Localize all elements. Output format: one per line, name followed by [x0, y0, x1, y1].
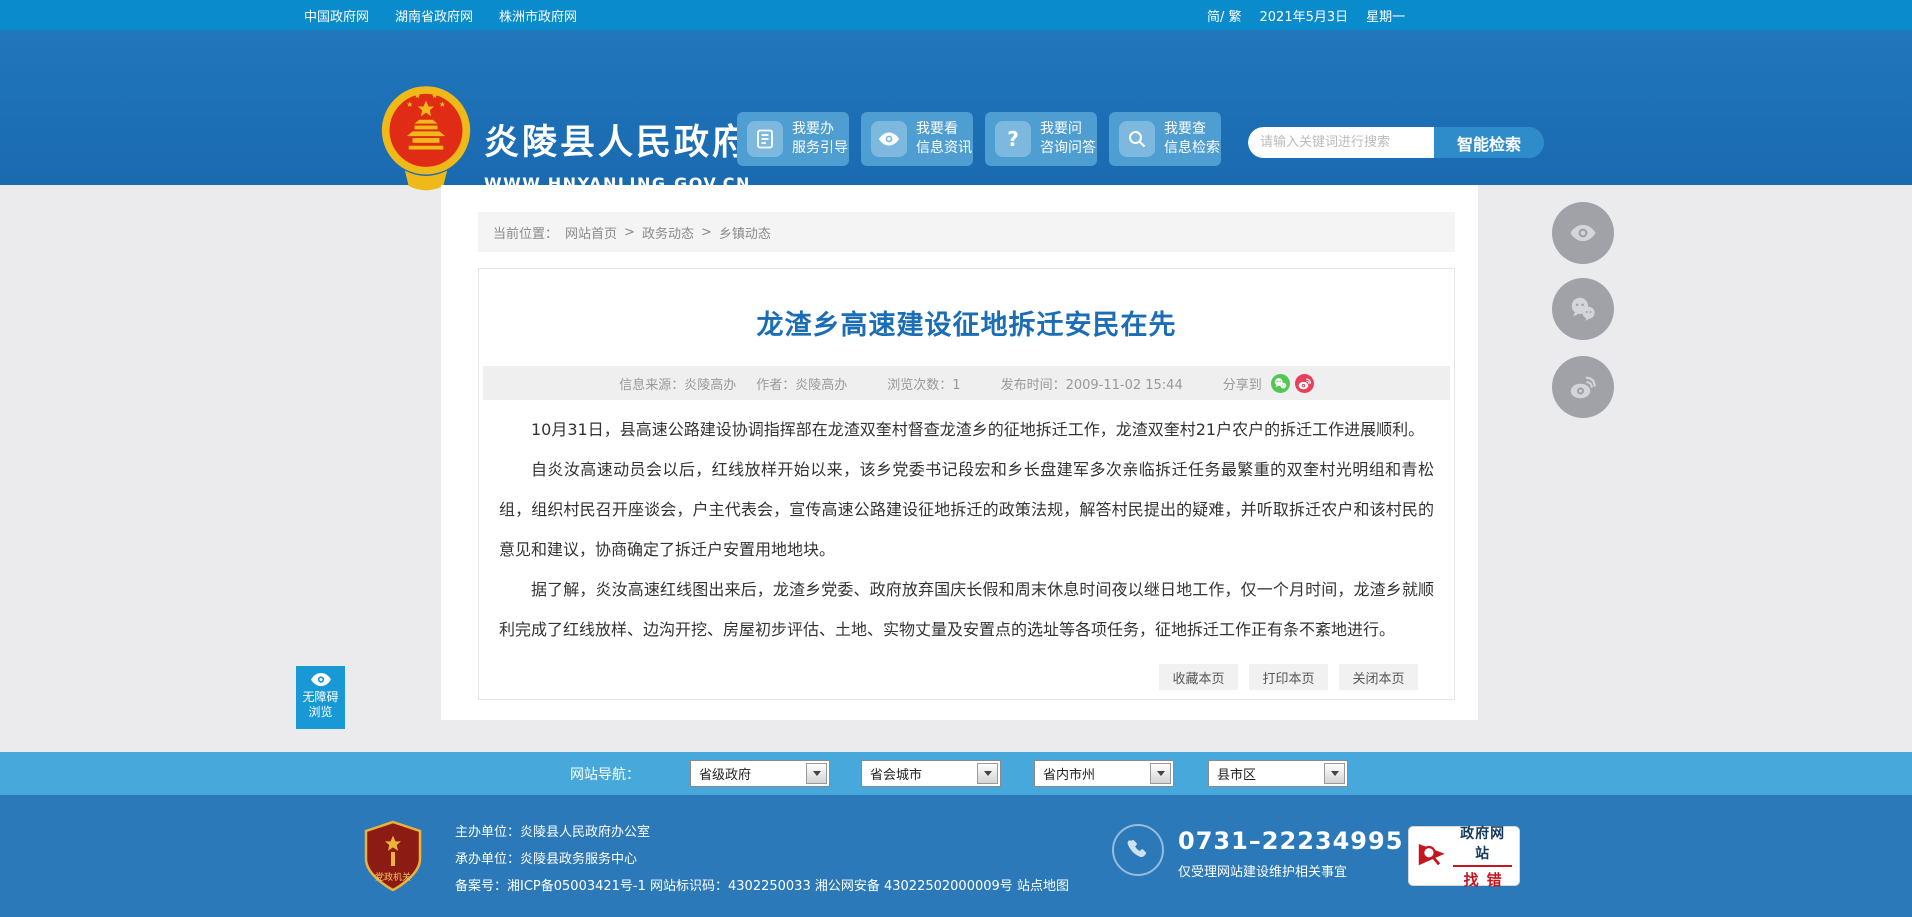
breadcrumb-separator: > [624, 225, 635, 240]
meta-views: 浏览次数：1 [887, 374, 960, 393]
breadcrumb-xiangzhen[interactable]: 乡镇动态 [719, 223, 771, 242]
select-province-cities[interactable]: 省内市州 [1034, 760, 1174, 787]
quick-button-query[interactable]: 我要查 信息检索 [1109, 112, 1221, 166]
footer-host-line: 主办单位：炎陵县人民政府办公室 [455, 819, 1069, 846]
article-paragraph: 据了解，炎汝高速红线图出来后，龙渣乡党委、政府放弃国庆长假和周末休息时间夜以继日… [499, 570, 1434, 650]
quick-button-ask[interactable]: ? 我要问 咨询问答 [985, 112, 1097, 166]
select-capital-cities[interactable]: 省会城市 [861, 760, 1001, 787]
select-county-districts[interactable]: 县市区 [1208, 760, 1348, 787]
search-input[interactable] [1248, 127, 1434, 158]
site-footer: 党政机关 主办单位：炎陵县人民政府办公室 承办单位：炎陵县政务服务中心 备案号：… [0, 795, 1912, 917]
nav-label: 网站导航： [570, 752, 640, 795]
top-bar: 中国政府网 湖南省政府网 株洲市政府网 简/ 繁 2021年5月3日 星期一 [0, 0, 1912, 30]
close-page-button[interactable]: 关闭本页 [1339, 664, 1418, 690]
chevron-down-icon [1150, 763, 1171, 784]
breadcrumb: 当前位置： 网站首页 > 政务动态 > 乡镇动态 [478, 212, 1455, 252]
quick-button-label: 我要问 咨询问答 [1040, 120, 1096, 158]
footer-record-line: 备案号：湘ICP备05003421号-1 网站标识码：4302250033 湘公… [455, 873, 1069, 900]
article-paragraph: 自炎汝高速动员会以后，红线放样开始以来，该乡党委书记段宏和乡长盘建军多次亲临拆迁… [499, 450, 1434, 570]
breadcrumb-zhengwu[interactable]: 政务动态 [642, 223, 694, 242]
current-weekday: 星期一 [1366, 6, 1405, 25]
bookmark-page-button[interactable]: 收藏本页 [1159, 664, 1238, 690]
site-name: 炎陵县人民政府 [484, 114, 751, 165]
service-phone-number: 0731–22234995 [1178, 827, 1403, 855]
error-badge-text: 政府网站 找错 [1453, 823, 1512, 890]
document-icon [747, 121, 783, 157]
question-icon: ? [995, 121, 1031, 157]
article-body: 10月31日，县高速公路建设协调指挥部在龙渣双奎村督查龙渣乡的征地拆迁工作，龙渣… [499, 410, 1434, 650]
article-box: 龙渣乡高速建设征地拆迁安民在先 信息来源：炎陵高办 作者：炎陵高办 浏览次数：1… [478, 268, 1455, 700]
eye-icon [1568, 218, 1598, 248]
wechat-icon [1568, 294, 1598, 324]
sidebar-weibo-button[interactable] [1552, 356, 1614, 418]
footer-organizer-line: 承办单位：炎陵县政务服务中心 [455, 846, 1069, 873]
gov-site-error-report-badge[interactable]: 政府网站 找错 [1408, 826, 1520, 886]
site-header: 炎陵县人民政府 WWW.HNYANLING.GOV.CN 我要办 服务引导 [0, 30, 1912, 185]
chevron-down-icon [977, 763, 998, 784]
breadcrumb-home[interactable]: 网站首页 [565, 223, 617, 242]
svg-text:党政机关: 党政机关 [375, 871, 411, 883]
chevron-down-icon [1324, 763, 1345, 784]
select-value: 省级政府 [699, 764, 751, 783]
share-label: 分享到 [1223, 374, 1262, 393]
phone-note: 仅受理网站建设维护相关事宜 [1178, 861, 1347, 880]
sitemap-link[interactable]: 站点地图 [1017, 879, 1069, 894]
party-gov-shield-badge[interactable]: 党政机关 [362, 820, 424, 892]
article-paragraph: 10月31日，县高速公路建设协调指挥部在龙渣双奎村督查龙渣乡的征地拆迁工作，龙渣… [499, 410, 1434, 450]
select-value: 省内市州 [1043, 764, 1095, 783]
accessibility-label: 浏览 [296, 705, 345, 720]
quick-button-label: 我要查 信息检索 [1164, 120, 1220, 158]
current-date: 2021年5月3日 [1260, 6, 1349, 25]
meta-source: 信息来源：炎陵高办 [619, 374, 736, 393]
meta-publish-time: 发布时间：2009-11-02 15:44 [1001, 374, 1183, 393]
search-icon [1119, 121, 1155, 157]
select-provincial-gov[interactable]: 省级政府 [690, 760, 830, 787]
article-title: 龙渣乡高速建设征地拆迁安民在先 [479, 303, 1454, 342]
select-value: 县市区 [1217, 764, 1256, 783]
phone-icon [1112, 824, 1164, 876]
weibo-icon [1568, 372, 1598, 402]
select-value: 省会城市 [870, 764, 922, 783]
link-zhuzhou-gov[interactable]: 株洲市政府网 [499, 6, 577, 25]
gov-links: 中国政府网 湖南省政府网 株洲市政府网 [304, 0, 577, 30]
error-finder-icon [1416, 839, 1449, 873]
eye-icon [871, 121, 907, 157]
topbar-right: 简/ 繁 2021年5月3日 星期一 [1207, 0, 1405, 30]
sidebar-accessibility-button[interactable] [1552, 202, 1614, 264]
print-page-button[interactable]: 打印本页 [1249, 664, 1328, 690]
link-hunan-gov[interactable]: 湖南省政府网 [395, 6, 473, 25]
article-actions: 收藏本页 打印本页 关闭本页 [1159, 664, 1418, 690]
link-china-gov[interactable]: 中国政府网 [304, 6, 369, 25]
share-weibo-icon[interactable] [1295, 374, 1314, 393]
quick-button-news[interactable]: 我要看 信息资讯 [861, 112, 973, 166]
smart-search-button[interactable]: 智能检索 [1434, 127, 1544, 158]
site-search: 智能检索 [1248, 127, 1544, 158]
national-emblem-logo [378, 82, 474, 196]
accessibility-label: 无障碍 [296, 690, 345, 705]
accessibility-widget[interactable]: 无障碍 浏览 [296, 666, 345, 729]
quick-button-label: 我要看 信息资讯 [916, 120, 972, 158]
footer-info: 主办单位：炎陵县人民政府办公室 承办单位：炎陵县政务服务中心 备案号：湘ICP备… [455, 819, 1069, 900]
page: 中国政府网 湖南省政府网 株洲市政府网 简/ 繁 2021年5月3日 星期一 [0, 0, 1912, 917]
eye-icon [309, 672, 333, 687]
chevron-down-icon [806, 763, 827, 784]
breadcrumb-separator: > [701, 225, 712, 240]
lang-toggle[interactable]: 简/ 繁 [1207, 6, 1242, 25]
article-meta: 信息来源：炎陵高办 作者：炎陵高办 浏览次数：1 发布时间：2009-11-02… [483, 366, 1450, 400]
sidebar-wechat-button[interactable] [1552, 278, 1614, 340]
share-wechat-icon[interactable] [1271, 374, 1290, 393]
site-nav-bar: 网站导航： 省级政府 省会城市 省内市州 县市区 [0, 752, 1912, 795]
breadcrumb-label: 当前位置： [493, 223, 558, 242]
record-text: 备案号：湘ICP备05003421号-1 网站标识码：4302250033 湘公… [455, 879, 1013, 894]
site-identity: 炎陵县人民政府 WWW.HNYANLING.GOV.CN [484, 114, 751, 193]
quick-button-label: 我要办 服务引导 [792, 120, 848, 158]
meta-author: 作者：炎陵高办 [756, 374, 847, 393]
quick-button-service[interactable]: 我要办 服务引导 [737, 112, 849, 166]
